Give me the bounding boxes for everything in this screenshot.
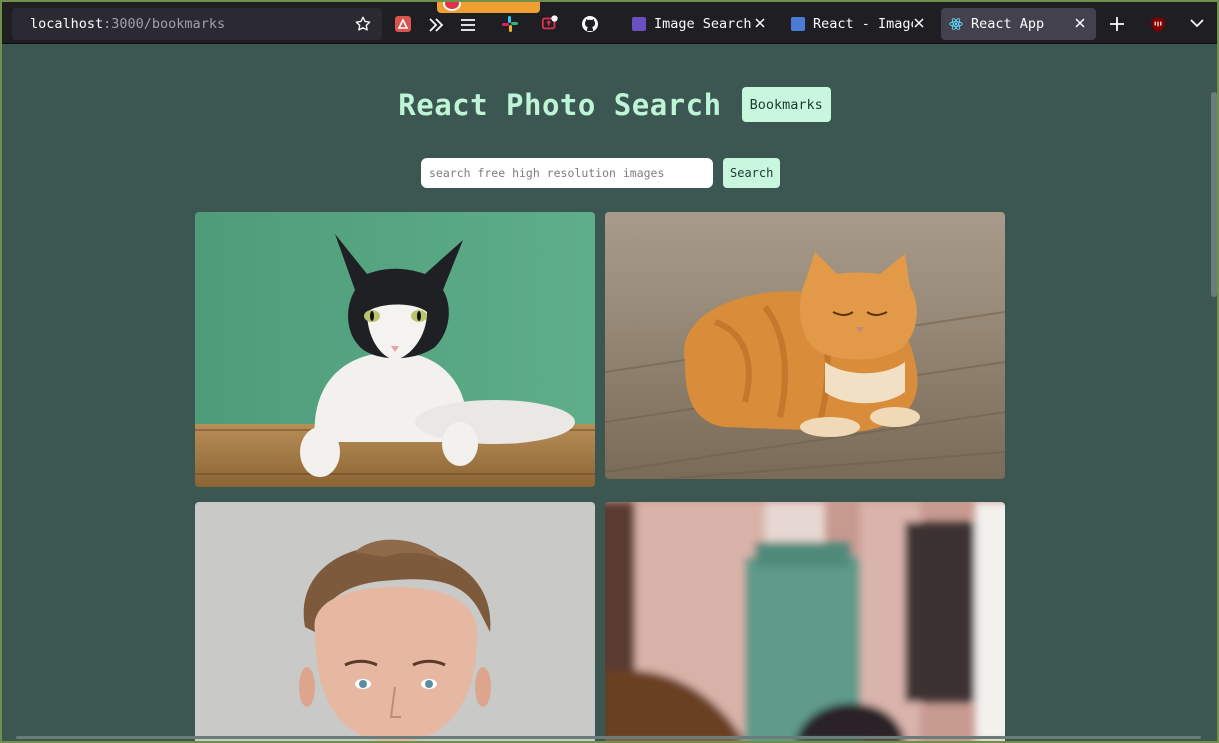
photo-card[interactable] (605, 212, 1005, 479)
menu-icon[interactable] (459, 16, 477, 34)
tab-title: React App (971, 16, 1045, 32)
url-text: localhost:3000/bookmarks (30, 16, 226, 32)
ublock-shield-icon[interactable] (1150, 16, 1166, 33)
photo-card[interactable] (195, 212, 595, 487)
browser-window: localhost:3000/bookmarks Image Search Re… (0, 0, 1219, 743)
chevrons-right-icon[interactable] (427, 16, 445, 34)
react-logo-icon (949, 18, 963, 30)
tab-list-chevron-down-icon[interactable] (1189, 17, 1205, 29)
close-tab-icon[interactable] (752, 15, 768, 31)
page-title: React Photo Search (398, 87, 722, 122)
extension-red-icon[interactable] (394, 15, 412, 33)
horizontal-scrollbar[interactable] (16, 736, 1201, 739)
new-tab-plus-icon[interactable] (1108, 15, 1126, 33)
docs-icon (791, 17, 805, 31)
vertical-scrollbar[interactable] (1211, 92, 1217, 297)
tab-title: Image Search A (654, 16, 754, 32)
tab-image-search[interactable]: Image Search A (624, 8, 776, 40)
record-icon[interactable] (443, 2, 461, 11)
slack-icon[interactable] (501, 15, 519, 33)
close-tab-icon[interactable] (911, 15, 927, 31)
photo-card[interactable] (605, 502, 1005, 741)
page-header: React Photo Search Bookmarks (2, 87, 1217, 122)
popup-extension-strip[interactable] (437, 2, 540, 13)
tab-react-app[interactable]: React App (941, 8, 1096, 40)
bookmark-star-icon[interactable] (354, 15, 372, 33)
building-photo-image (605, 502, 1005, 741)
cat-photo-image (195, 212, 595, 487)
tab-title: React - Image (813, 16, 913, 32)
search-form: Search (421, 158, 781, 188)
portrait-photo-image (195, 502, 595, 741)
tabby-photo-image (605, 212, 1005, 479)
close-tab-icon[interactable] (1072, 15, 1088, 31)
photo-card[interactable] (195, 502, 595, 741)
browser-toolbar: localhost:3000/bookmarks Image Search Re… (2, 2, 1217, 44)
github-icon[interactable] (581, 15, 599, 33)
bookmarks-button[interactable]: Bookmarks (741, 87, 831, 122)
screen-share-icon[interactable] (541, 14, 559, 32)
page-content: React Photo Search Bookmarks Search (2, 44, 1217, 741)
tab-react-image[interactable]: React - Image (783, 8, 935, 40)
search-button[interactable]: Search (723, 158, 781, 188)
address-bar[interactable]: localhost:3000/bookmarks (12, 8, 382, 40)
tab-favicon-icon (632, 17, 646, 31)
search-input[interactable] (421, 158, 713, 188)
